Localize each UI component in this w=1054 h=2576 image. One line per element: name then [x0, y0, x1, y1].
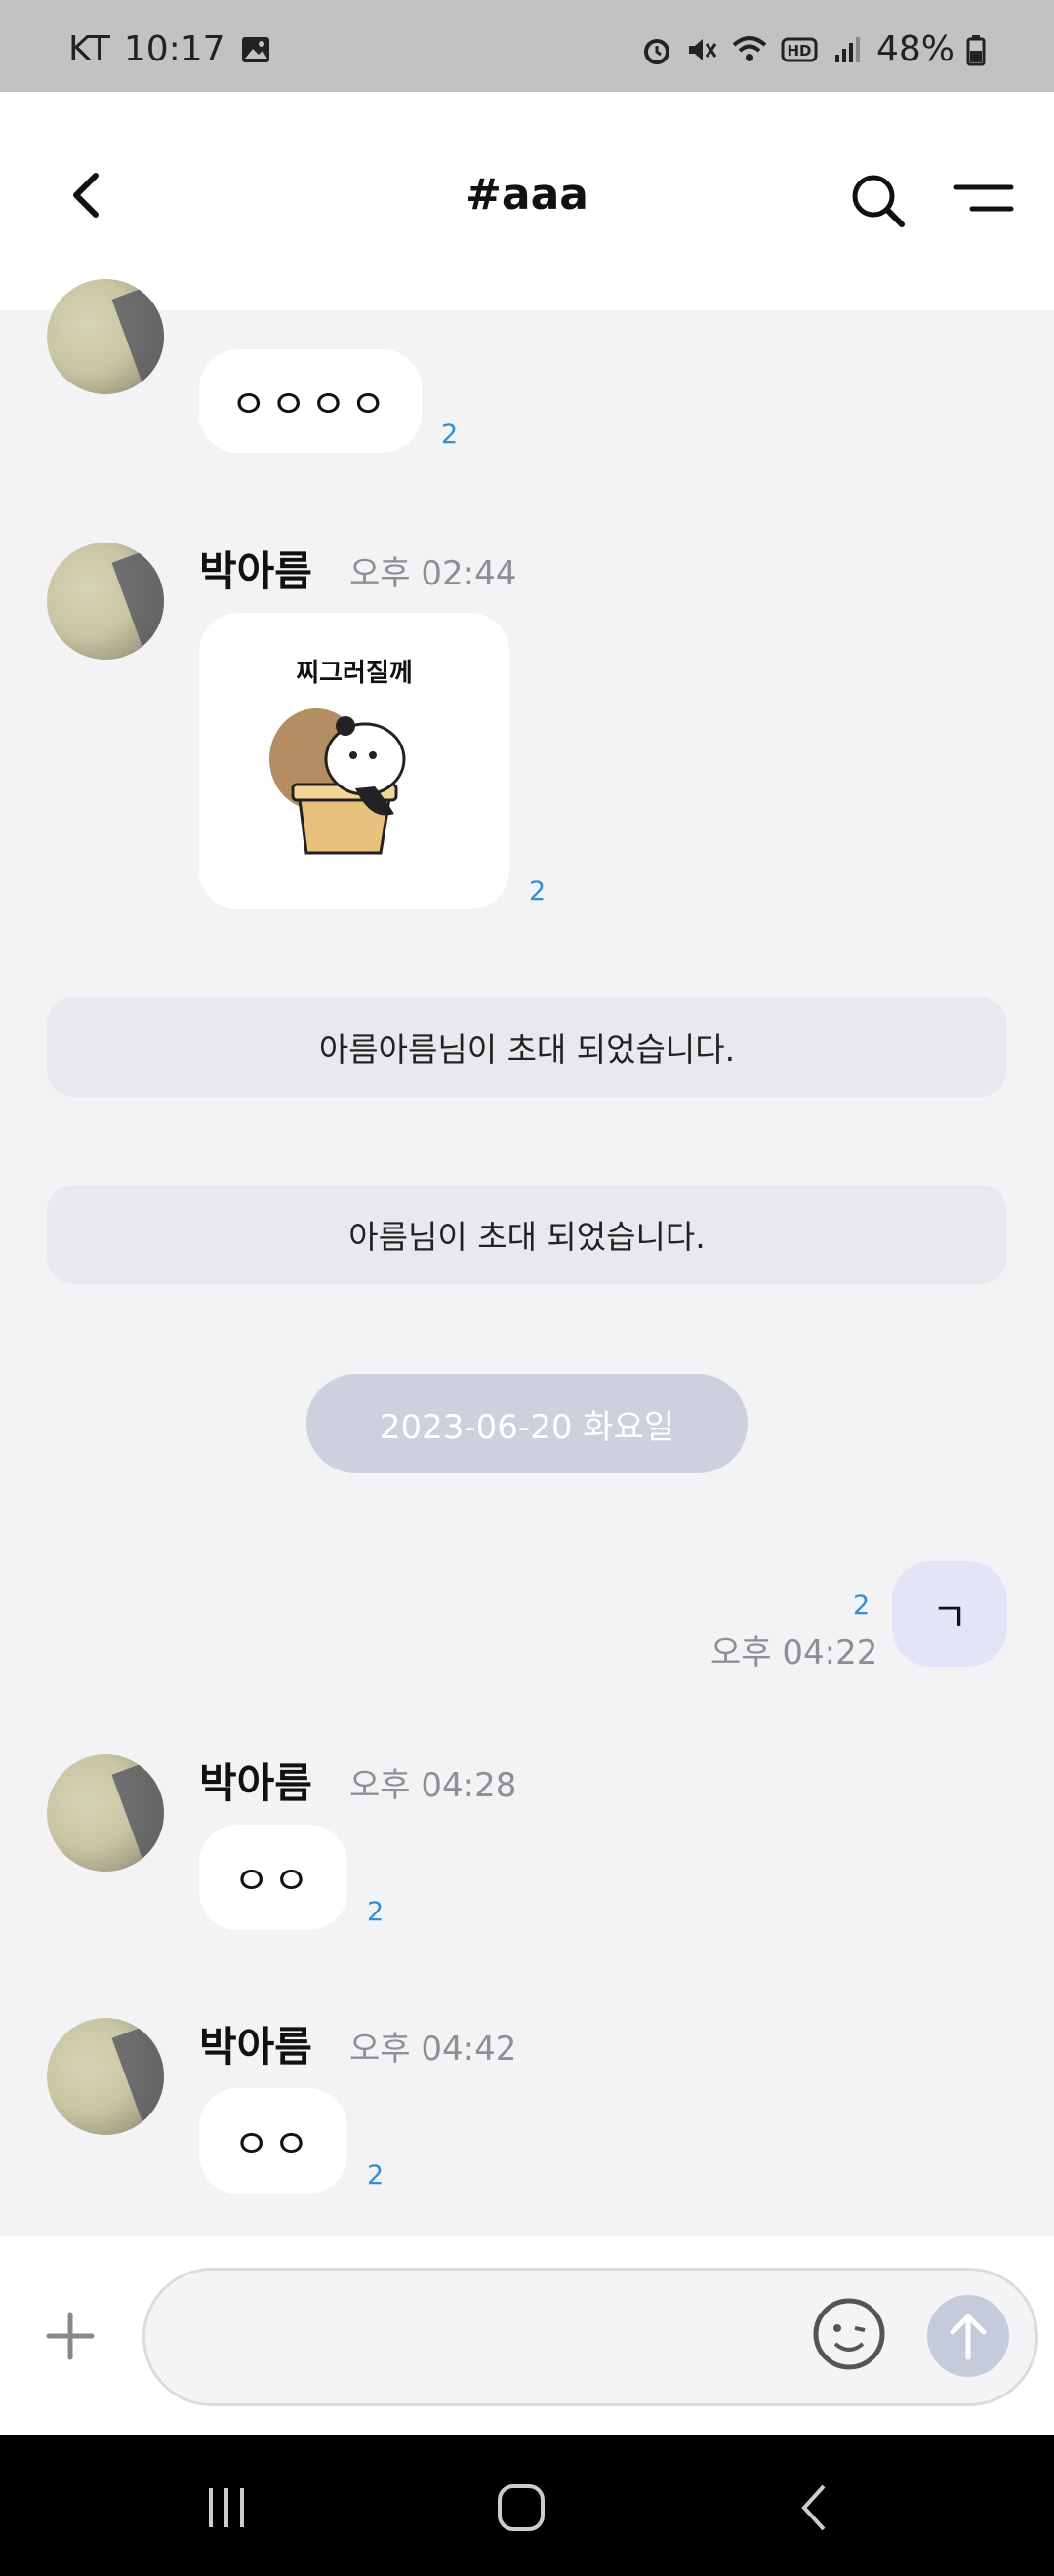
recent-apps-icon[interactable]: [197, 2478, 256, 2537]
search-icon[interactable]: [847, 170, 910, 232]
sender-name: 박아름: [199, 547, 312, 595]
date-divider: 2023-06-20 화요일: [306, 1374, 748, 1473]
system-navigation-bar: [0, 2435, 1054, 2576]
message-bubble[interactable]: ㅇㅇㅇㅇ: [199, 349, 422, 453]
emoji-icon[interactable]: [810, 2295, 888, 2373]
sender-name: 박아름: [199, 2023, 312, 2071]
avatar[interactable]: [47, 2018, 164, 2135]
sticker-message[interactable]: 찌그러질께: [199, 613, 509, 909]
message-input[interactable]: [142, 2268, 1038, 2406]
sticker-image: 찌그러질께: [269, 659, 413, 855]
avatar[interactable]: [47, 279, 164, 394]
battery-percent: 48%: [875, 29, 954, 69]
read-count: 2: [529, 876, 547, 906]
read-count: 2: [367, 1897, 385, 1927]
send-button[interactable]: [927, 2295, 1009, 2377]
sticker-caption: 찌그러질께: [296, 659, 413, 688]
svg-text:HD: HD: [787, 42, 811, 60]
status-bar: KT 10:17 HD 48%: [0, 0, 1054, 92]
avatar[interactable]: [47, 543, 164, 660]
gallery-icon: [241, 36, 269, 62]
carrier-label: KT: [68, 29, 110, 69]
arrow-up-icon: [950, 2314, 987, 2360]
clock: 10:17: [123, 29, 225, 69]
message-composer: [0, 2236, 1054, 2435]
home-icon[interactable]: [492, 2478, 550, 2537]
read-count: 2: [441, 420, 459, 450]
read-count: 2: [367, 2160, 385, 2191]
battery-icon: [966, 34, 986, 65]
read-count: 2: [853, 1590, 871, 1621]
plus-icon[interactable]: [43, 2309, 98, 2363]
alarm-icon: [643, 38, 669, 64]
message-bubble[interactable]: ㅇㅇ: [199, 2088, 347, 2194]
message-time: 오후 04:42: [349, 2030, 517, 2069]
my-message-bubble[interactable]: ㄱ: [892, 1561, 1007, 1667]
chat-header: #aaa: [0, 92, 1054, 310]
mute-icon: [688, 38, 717, 60]
back-nav-icon[interactable]: [787, 2478, 845, 2537]
message-time: 오후 04:22: [710, 1633, 878, 1672]
wifi-icon: [732, 35, 767, 61]
sender-name: 박아름: [199, 1759, 312, 1807]
message-time: 오후 02:44: [349, 554, 517, 593]
signal-icon: [834, 36, 860, 62]
message-time: 오후 04:28: [349, 1766, 517, 1805]
hd-icon: HD: [781, 37, 818, 61]
system-notice: 아름님이 초대 되었습니다.: [47, 1185, 1007, 1284]
avatar[interactable]: [47, 1754, 164, 1872]
system-notice: 아름아름님이 초대 되었습니다.: [47, 997, 1007, 1097]
menu-icon[interactable]: [953, 174, 1015, 228]
message-bubble[interactable]: ㅇㅇ: [199, 1825, 347, 1930]
